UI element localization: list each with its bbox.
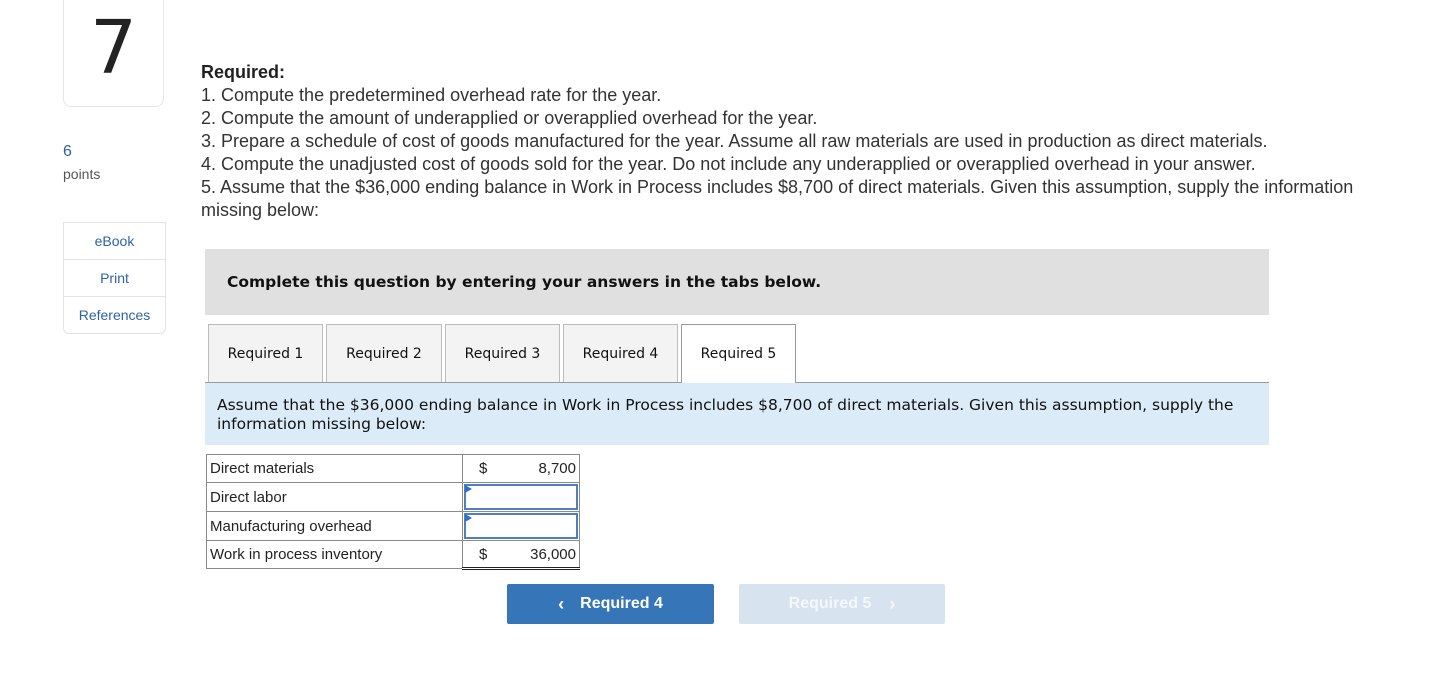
direct-labor-input[interactable] — [464, 484, 578, 510]
required-item-1: 1. Compute the predetermined overhead ra… — [201, 85, 662, 105]
points-label: points — [63, 166, 101, 182]
row-label: Direct labor — [206, 482, 463, 512]
resource-links: eBook Print References — [63, 222, 166, 334]
required-instructions: Required: 1. Compute the predetermined o… — [201, 61, 1381, 222]
required-item-3: 3. Prepare a schedule of cost of goods m… — [201, 131, 1268, 151]
chevron-left-icon: ‹ — [558, 593, 565, 614]
required-item-5: 5. Assume that the $36,000 ending balanc… — [201, 177, 1354, 220]
currency-symbol: $ — [479, 546, 488, 563]
banner-text: Complete this question by entering your … — [227, 273, 822, 291]
required-title: Required: — [201, 62, 286, 82]
manufacturing-overhead-input[interactable] — [464, 513, 578, 539]
currency-symbol: $ — [479, 460, 488, 477]
tab-required-4[interactable]: Required 4 — [563, 324, 678, 382]
next-button-label: Required 5 — [788, 595, 872, 612]
table-row: Manufacturing overhead — [206, 511, 580, 541]
row-label: Work in process inventory — [206, 540, 463, 569]
row-amount: 36,000 — [530, 546, 576, 563]
tab-required-3[interactable]: Required 3 — [445, 324, 560, 382]
row-label: Manufacturing overhead — [206, 511, 463, 541]
prev-button-label: Required 4 — [580, 595, 663, 612]
chevron-right-icon: › — [889, 593, 896, 614]
next-required-button[interactable]: Required 5 › — [739, 584, 945, 624]
instructions-banner: Complete this question by entering your … — [205, 249, 1269, 315]
ebook-link[interactable]: eBook — [64, 223, 165, 260]
print-link[interactable]: Print — [64, 260, 165, 297]
question-number-card: 7 — [63, 0, 164, 107]
row-amount: 8,700 — [538, 460, 576, 477]
tab-bar: Required 1 Required 2 Required 3 Require… — [205, 324, 1269, 383]
required-item-4: 4. Compute the unadjusted cost of goods … — [201, 154, 1256, 174]
tab-required-1[interactable]: Required 1 — [208, 324, 323, 382]
table-row-total: Work in process inventory $ 36,000 — [206, 540, 580, 570]
table-row: Direct materials $ 8,700 — [206, 454, 580, 483]
manufacturing-overhead-cell — [462, 511, 580, 541]
row-value-cell: $ 36,000 — [462, 540, 580, 570]
tab-required-2[interactable]: Required 2 — [326, 324, 442, 382]
required-item-2: 2. Compute the amount of underapplied or… — [201, 108, 818, 128]
row-label: Direct materials — [206, 454, 463, 483]
prev-required-button[interactable]: ‹ Required 4 — [507, 584, 714, 624]
question-number: 7 — [89, 5, 138, 91]
info-box: Assume that the $36,000 ending balance i… — [205, 383, 1269, 445]
references-link[interactable]: References — [64, 297, 165, 333]
points-value: 6 — [63, 143, 72, 160]
direct-labor-cell — [462, 482, 580, 512]
table-row: Direct labor — [206, 482, 580, 512]
answer-table: Direct materials $ 8,700 Direct labor Ma… — [206, 454, 580, 570]
input-marker-icon — [465, 485, 472, 493]
input-marker-icon — [465, 514, 472, 522]
tab-required-5[interactable]: Required 5 — [681, 324, 796, 383]
row-value-cell: $ 8,700 — [462, 454, 580, 483]
info-text: Assume that the $36,000 ending balance i… — [217, 396, 1234, 433]
